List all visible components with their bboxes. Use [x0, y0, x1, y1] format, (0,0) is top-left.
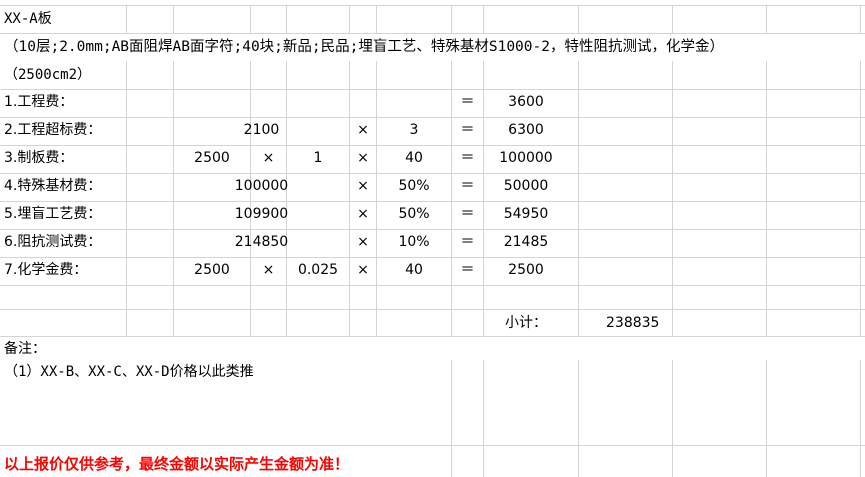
row-operand-b: 0.025 — [297, 262, 339, 278]
equals-sign: ＝ — [460, 94, 475, 110]
row-factor: 40 — [405, 150, 423, 166]
equals-sign: ＝ — [460, 234, 475, 250]
row-result: 100000 — [499, 150, 553, 166]
row-result: 2500 — [508, 262, 544, 278]
row-label: 3.制板费： — [4, 150, 74, 166]
times-sign: × — [357, 122, 369, 138]
times-sign: × — [357, 234, 369, 250]
row-base: 109900 — [234, 206, 289, 222]
equals-sign: ＝ — [460, 122, 475, 138]
row-factor: 3 — [409, 122, 419, 138]
row-label: 4.特殊基材费： — [4, 178, 102, 194]
row-factor: 50% — [398, 206, 430, 222]
row-label: 1.工程费： — [4, 94, 74, 110]
row-result: 54950 — [503, 206, 549, 222]
spec-line: （10层;2.0mm;AB面阻焊AB面字符;40块;新品;民品;埋盲工艺、特殊基… — [4, 39, 724, 55]
notes-heading: 备注： — [4, 341, 46, 357]
row-base: 2100 — [243, 122, 280, 138]
row-label: 5.埋盲工艺费： — [4, 206, 102, 222]
row-base: 214850 — [234, 234, 289, 250]
row-operand-a: 2500 — [194, 150, 230, 166]
area-line: （2500cm2） — [4, 67, 92, 83]
row-result: 50000 — [503, 178, 549, 194]
row-factor: 10% — [398, 234, 430, 250]
times-sign: × — [357, 150, 369, 166]
row-result: 3600 — [508, 94, 544, 110]
row-label: 2.工程超标费： — [4, 122, 102, 138]
times-sign: × — [262, 150, 275, 166]
row-result: 21485 — [503, 234, 549, 250]
times-sign: × — [357, 178, 369, 194]
equals-sign: ＝ — [460, 178, 475, 194]
row-result: 6300 — [508, 122, 544, 138]
row-label: 7.化学金费： — [4, 262, 88, 278]
times-sign: × — [262, 262, 275, 278]
sheet-title: XX-A板 — [4, 11, 52, 27]
disclaimer-text: 以上报价仅供参考，最终金额以实际产生金额为准！ — [4, 455, 350, 473]
row-factor: 50% — [398, 178, 430, 194]
row-operand-a: 2500 — [194, 262, 230, 278]
equals-sign: ＝ — [460, 206, 475, 222]
subtotal-label: 小计： — [505, 315, 547, 331]
times-sign: × — [357, 262, 369, 278]
notes-item: （1）XX-B、XX-C、XX-D价格以此类推 — [4, 364, 254, 380]
equals-sign: ＝ — [460, 262, 475, 278]
equals-sign: ＝ — [460, 150, 475, 166]
row-factor: 40 — [405, 262, 423, 278]
subtotal-value: 238835 — [606, 315, 660, 331]
row-base: 100000 — [234, 178, 289, 194]
times-sign: × — [357, 206, 369, 222]
row-label: 6.阻抗测试费： — [4, 234, 102, 250]
row-operand-b: 1 — [313, 150, 323, 166]
